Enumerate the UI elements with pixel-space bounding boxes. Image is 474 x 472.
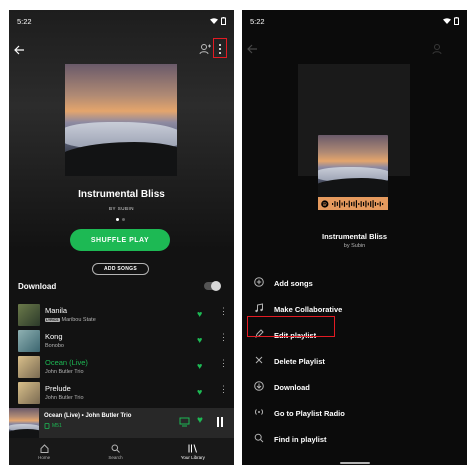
download-toggle[interactable] [204, 281, 221, 291]
home-indicator [340, 462, 370, 464]
menu-item-label: Add songs [274, 278, 313, 288]
track-row[interactable]: Manila LYRICS Maribou State ♥ ⋮ [9, 302, 234, 328]
menu-item-go-to-playlist-radio[interactable]: Go to Playlist Radio [242, 402, 467, 424]
playlist-menu-screen: 5:22 Instrumental Bliss by Subin Add son… [242, 10, 467, 465]
plus-circle-icon [244, 276, 274, 290]
menu-item-add-songs[interactable]: Add songs [242, 272, 467, 294]
playlist-cover [65, 64, 177, 176]
track-more-icon[interactable]: ⋮ [219, 307, 228, 316]
spotify-logo-icon [321, 199, 329, 208]
search-icon [111, 444, 120, 453]
menu-item-label: Find in playlist [274, 434, 327, 444]
pause-icon[interactable] [216, 417, 224, 427]
now-playing-art [9, 408, 39, 438]
track-more-icon[interactable]: ⋮ [219, 359, 228, 368]
heart-icon[interactable]: ♥ [197, 415, 203, 426]
download-icon [244, 380, 274, 394]
wifi-icon [210, 18, 218, 24]
heart-icon[interactable]: ♥ [197, 387, 202, 397]
wifi-icon [443, 18, 451, 24]
close-icon [244, 355, 274, 368]
back-arrow-icon[interactable] [14, 45, 25, 55]
shuffle-play-button[interactable]: SHUFFLE PLAY [70, 229, 170, 251]
track-thumbnail [18, 382, 40, 404]
track-artist: John Butler Trio [45, 369, 84, 375]
menu-item-delete-playlist[interactable]: Delete Playlist [242, 350, 467, 372]
radio-icon [244, 407, 274, 420]
menu-item-download[interactable]: Download [242, 376, 467, 398]
edit-playlist-highlight [247, 316, 335, 337]
playlist-owner: by Subin [343, 243, 366, 249]
track-name: Ocean (Live) [45, 358, 88, 367]
status-bar: 5:22 [9, 10, 234, 32]
status-time: 5:22 [17, 16, 32, 26]
spotify-code [318, 197, 388, 210]
track-more-icon[interactable]: ⋮ [219, 385, 228, 394]
menu-item-label: Go to Playlist Radio [274, 408, 345, 418]
bottom-nav: Home Search Your Library [9, 438, 234, 465]
menu-item-find-in-playlist[interactable]: Find in playlist [242, 428, 467, 450]
track-name: Kong [45, 332, 63, 341]
menu-item-label: Download [274, 382, 310, 392]
speaker-icon [44, 423, 50, 429]
battery-icon [221, 17, 226, 25]
track-artist-line: John Butler Trio [45, 369, 84, 375]
track-row[interactable]: Prelude John Butler Trio ♥ ⋮ [9, 380, 234, 406]
back-arrow-icon [247, 44, 257, 54]
track-name: Manila [45, 306, 68, 315]
track-artist: John Butler Trio [45, 395, 84, 401]
add-songs-button[interactable]: ADD SONGS [92, 263, 149, 275]
track-thumbnail [18, 304, 40, 326]
track-more-icon[interactable]: ⋮ [219, 333, 228, 342]
lyrics-badge: LYRICS [45, 318, 60, 322]
track-artist-line: LYRICS Maribou State [45, 317, 96, 323]
heart-icon[interactable]: ♥ [197, 309, 202, 319]
track-artist-line: Bonobo [45, 343, 64, 349]
add-user-icon[interactable] [199, 43, 211, 55]
track-artist-line: John Butler Trio [45, 395, 84, 401]
track-artist: Maribou State [61, 317, 96, 323]
heart-icon[interactable]: ♥ [197, 361, 202, 371]
more-options-highlight [213, 38, 227, 58]
barcode-icon [331, 199, 383, 208]
battery-icon [454, 17, 459, 25]
track-artist: Bonobo [45, 343, 64, 349]
page-indicator [116, 218, 125, 221]
menu-item-label: Make Collaborative [274, 304, 343, 314]
search-icon [244, 433, 274, 446]
status-bar: 5:22 [242, 10, 467, 32]
track-thumbnail [18, 356, 40, 378]
now-playing-bar[interactable]: Ocean (Live) • John Butler Trio M51 ♥ [9, 408, 234, 438]
track-thumbnail [18, 330, 40, 352]
track-row[interactable]: Ocean (Live) John Butler Trio ♥ ⋮ [9, 354, 234, 380]
device-name: M51 [52, 423, 62, 429]
devices-icon[interactable] [179, 417, 190, 427]
tab-your-library[interactable]: Your Library [181, 443, 205, 460]
track-row[interactable]: Kong Bonobo ♥ ⋮ [9, 328, 234, 354]
add-user-icon [432, 44, 442, 55]
download-label: Download [18, 282, 57, 291]
playlist-title: Instrumental Bliss [78, 189, 165, 200]
playlist-title: Instrumental Bliss [321, 232, 388, 241]
playlist-screen: 5:22 Instrumental Bliss BY SUBIN SHUFFLE… [9, 10, 234, 465]
tab-search[interactable]: Search [108, 444, 123, 460]
heart-icon[interactable]: ♥ [197, 335, 202, 345]
home-icon [40, 443, 49, 453]
tab-home[interactable]: Home [38, 443, 50, 460]
library-icon [188, 443, 198, 453]
menu-item-label: Delete Playlist [274, 356, 325, 366]
playlist-cover [318, 135, 388, 197]
playlist-owner: BY SUBIN [109, 206, 134, 211]
music-note-icon [244, 302, 274, 316]
now-playing-title: Ocean (Live) • John Butler Trio [44, 413, 132, 419]
status-time: 5:22 [250, 16, 265, 26]
track-name: Prelude [45, 384, 71, 393]
